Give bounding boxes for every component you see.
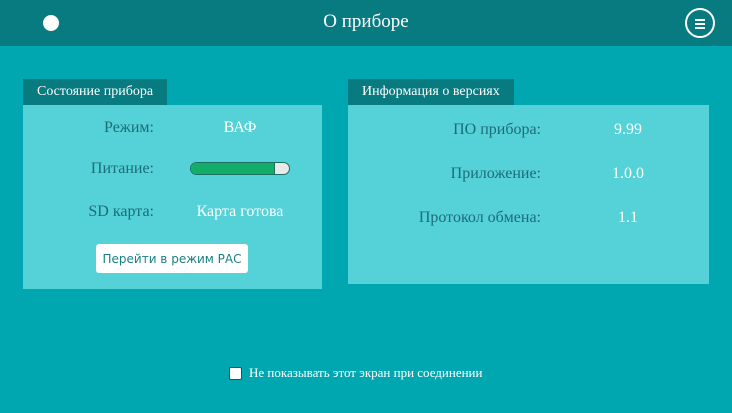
- protocol-value: 1.1: [618, 209, 638, 226]
- header-bar: О приборе: [0, 0, 732, 46]
- menu-button[interactable]: [685, 8, 715, 38]
- power-label: Питание:: [90, 160, 154, 177]
- dont-show-row[interactable]: Не показывать этот экран при соединении: [229, 365, 482, 381]
- mode-value: ВАФ: [223, 119, 257, 136]
- app-version-label: Приложение:: [450, 165, 541, 182]
- sd-card-label: SD карта:: [88, 203, 154, 220]
- dont-show-checkbox[interactable]: [229, 366, 242, 380]
- mode-label: Режим:: [104, 119, 154, 136]
- sd-card-value: Карта готова: [196, 203, 284, 220]
- app-version-value: 1.0.0: [612, 165, 644, 182]
- power-level-bar: [190, 162, 290, 175]
- switch-rac-mode-button[interactable]: Перейти в режим РАС: [96, 244, 248, 273]
- power-level-fill: [191, 163, 276, 174]
- page-title: О приборе: [323, 11, 409, 32]
- versions-tab: Информация о версиях: [348, 79, 514, 105]
- protocol-label: Протокол обмена:: [418, 209, 541, 226]
- firmware-value: 9.99: [614, 121, 642, 138]
- dont-show-label[interactable]: Не показывать этот экран при соединении: [249, 365, 482, 381]
- firmware-label: ПО прибора:: [453, 121, 541, 138]
- device-status-tab: Состояние прибора: [23, 79, 168, 105]
